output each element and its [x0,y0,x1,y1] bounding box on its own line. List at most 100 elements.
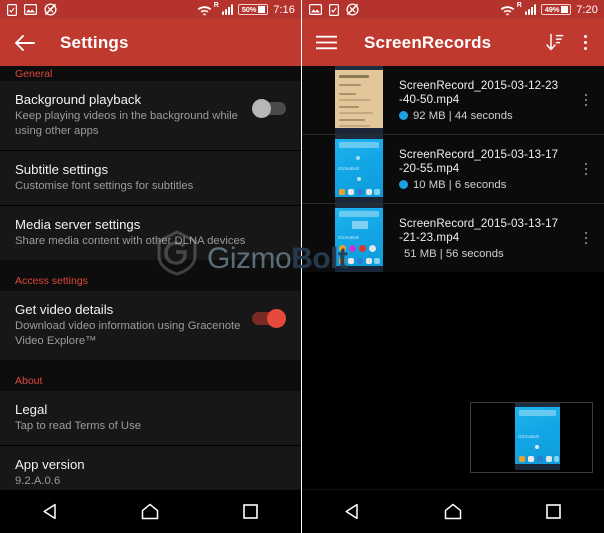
recording-info: ScreenRecord_2015-03-12-23 -40-50.mp4 92… [383,66,575,134]
section-header-access-settings: Access settings [15,275,88,287]
right-navigation-bar [302,489,604,533]
nav-home-button[interactable] [430,490,476,533]
setting-title: Legal [15,402,48,417]
status-notification-icons [7,3,57,16]
mini-searchbar [339,142,379,148]
recording-thumbnail: GizmoBolt [335,135,383,203]
dot [583,41,587,44]
mini-navbar [515,464,560,470]
mini-searchbar [339,211,379,217]
thumbnail-image: GizmoBolt [335,204,383,272]
recording-meta-text: 51 MB | 56 seconds [404,247,504,260]
image-icon [24,4,37,15]
overflow-menu-icon [584,162,588,176]
recording-meta: 51 MB | 56 seconds [399,248,575,260]
status-system-icons: R 49% 7:20 [500,2,598,16]
status-system-icons: R 50% 7:16 [197,2,295,16]
setting-title: App version [15,457,85,472]
recording-filename-line2: -20-55.mp4 [399,161,460,175]
recording-thumbnail: GizmoBolt [335,204,383,272]
overflow-menu-icon [584,93,588,107]
back-arrow-icon[interactable] [14,34,35,52]
nav-back-button[interactable] [27,490,73,533]
recording-filename-line2: -40-50.mp4 [399,92,460,106]
setting-row-media-server-settings[interactable]: Media server settings Share media conten… [0,206,301,260]
roaming-indicator: R [213,2,219,9]
recording-meta: 92 MB | 44 seconds [399,110,575,122]
background-playback-toggle[interactable] [252,99,286,118]
left-navigation-bar [0,489,301,533]
checkbox-icon [7,3,17,16]
setting-subtitle: Share media content with other DLNA devi… [15,235,246,247]
status-notification-icons [309,3,359,16]
setting-row-background-playback[interactable]: Background playback Keep playing videos … [0,81,301,150]
no-sync-icon [44,3,57,16]
nav-recents-button[interactable] [228,490,274,533]
battery-indicator: 49% [540,4,572,15]
recording-list-item[interactable]: GizmoBolt ScreenRecord_2015-03-13-17 -21… [302,203,604,272]
battery-fill [258,6,266,13]
hamburger-menu-icon[interactable] [316,35,337,50]
page-title: ScreenRecords [364,32,492,52]
recording-filename-line1: ScreenRecord_2015-03-13-17 [399,147,559,161]
get-video-details-toggle[interactable] [252,309,286,328]
recording-list-item[interactable]: ScreenRecord_2015-03-12-23 -40-50.mp4 92… [302,66,604,134]
recording-thumbnail [335,66,383,134]
battery-indicator: 50% [237,4,269,15]
section-header-general: General [15,68,53,80]
settings-app-bar: Settings [0,19,301,66]
screenrecords-app-bar: ScreenRecords [302,19,604,66]
settings-list[interactable]: General Background playback Keep playing… [0,66,301,490]
right-phone-screen: R 49% 7:20 ScreenRecords ScreenRecord_20… [302,0,604,533]
nav-back-button[interactable] [329,490,375,533]
image-icon [309,4,322,15]
wifi-icon [500,5,515,15]
sort-descending-icon[interactable] [545,33,564,52]
recording-overflow-button[interactable] [575,204,604,272]
section-header-about: About [15,375,43,387]
wifi-icon [197,5,212,15]
setting-title: Subtitle settings [15,162,109,177]
battery-fill [561,6,569,13]
mini-searchbar [519,410,556,416]
mini-statusbar [335,66,383,70]
new-badge-icon [399,180,408,189]
dual-screenshot-container: R 50% 7:16 Settings General Background p… [0,0,604,533]
recording-overflow-button[interactable] [575,135,604,203]
signal-icon [524,4,536,15]
recording-filename-line2: -21-23.mp4 [399,230,460,244]
mini-watermark: GizmoBolt [338,235,359,241]
section-gap [0,360,301,369]
recording-info: ScreenRecord_2015-03-13-17 -20-55.mp4 10… [383,135,575,203]
recording-meta-text: 10 MB | 6 seconds [413,178,507,191]
mini-statusbar [515,403,560,407]
setting-row-subtitle-settings[interactable]: Subtitle settings Customise font setting… [0,151,301,205]
mini-navbar [335,266,383,272]
settings-group-media-server: Media server settings Share media conten… [0,206,301,260]
status-clock: 7:16 [273,3,295,16]
setting-subtitle: Tap to read Terms of Use [15,420,141,432]
setting-subtitle: Keep playing videos in the background wh… [15,110,238,137]
recording-meta-text: 92 MB | 44 seconds [413,109,513,122]
nav-recents-button[interactable] [531,490,577,533]
video-preview-thumbnail[interactable]: GizmoBolt [470,402,593,473]
nav-home-button[interactable] [127,490,173,533]
no-sync-icon [346,3,359,16]
right-status-bar: R 49% 7:20 [302,0,604,19]
recording-info: ScreenRecord_2015-03-13-17 -21-23.mp4 51… [383,204,575,272]
setting-subtitle: 9.2.A.0.6 [15,475,61,487]
overflow-menu-icon[interactable] [576,32,594,54]
recording-overflow-button[interactable] [575,66,604,134]
setting-row-get-video-details[interactable]: Get video details Download video informa… [0,291,301,360]
setting-row-legal[interactable]: Legal Tap to read Terms of Use [0,391,301,445]
checkbox-icon [329,3,339,16]
section-gap [0,260,301,269]
recording-list-item[interactable]: GizmoBolt ScreenRecord_2015-03-13-17 -20… [302,134,604,203]
settings-group-general: Background playback Keep playing videos … [0,81,301,150]
setting-title: Get video details [15,302,114,317]
settings-group-access: Get video details Download video informa… [0,291,301,360]
setting-title: Background playback [15,92,142,107]
setting-row-app-version[interactable]: App version 9.2.A.0.6 [0,446,301,490]
mini-watermark: GizmoBolt [338,166,359,172]
toggle-knob [252,99,271,118]
